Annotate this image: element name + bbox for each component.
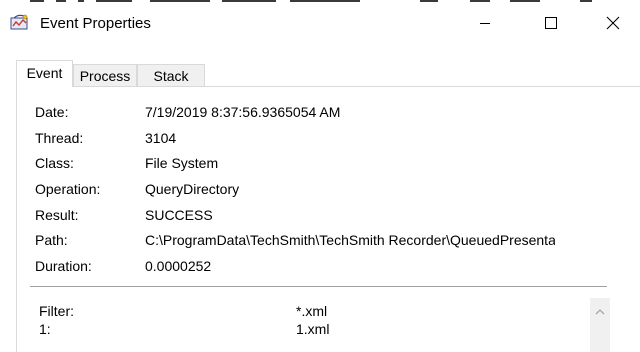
detail-1-label: 1:: [39, 321, 51, 337]
tab-process[interactable]: Process: [73, 64, 137, 86]
detail-filter-label: Filter:: [39, 303, 74, 319]
minimize-icon: [480, 23, 490, 24]
duration-label: Duration:: [35, 258, 92, 274]
duration-value: 0.0000252: [145, 258, 212, 274]
maximize-button[interactable]: [528, 4, 574, 42]
thread-label: Thread:: [35, 130, 84, 146]
maximize-icon: [545, 17, 557, 29]
close-button[interactable]: [590, 4, 636, 42]
path-value: C:\ProgramData\TechSmith\TechSmith Recor…: [145, 232, 555, 248]
result-label: Result:: [35, 207, 79, 223]
section-divider: [30, 286, 607, 287]
thread-value: 3104: [145, 130, 177, 146]
title-bar[interactable]: Event Properties: [0, 4, 640, 42]
class-label: Class:: [35, 155, 74, 171]
date-value: 7/19/2019 8:37:56.9365054 AM: [145, 104, 341, 120]
chevron-up-icon: [595, 308, 605, 314]
detail-filter-value: *.xml: [296, 303, 328, 319]
close-icon: [606, 16, 620, 30]
operation-value: QueryDirectory: [145, 181, 240, 197]
scroll-up-button[interactable]: [590, 304, 610, 318]
event-detail-list[interactable]: Filter: *.xml 1: 1.xml: [30, 292, 620, 352]
window-title: Event Properties: [40, 15, 151, 32]
operation-label: Operation:: [35, 181, 101, 197]
tab-event[interactable]: Event: [16, 60, 73, 87]
result-value: SUCCESS: [145, 207, 213, 223]
class-value: File System: [145, 155, 219, 171]
date-label: Date:: [35, 104, 69, 120]
detail-scrollbar[interactable]: [590, 298, 610, 352]
detail-1-value: 1.xml: [296, 321, 330, 337]
process-monitor-icon: [10, 14, 30, 30]
path-label: Path:: [35, 232, 68, 248]
minimize-button[interactable]: [462, 4, 508, 42]
event-properties-window: Event Properties Event Process Stack Dat…: [0, 0, 640, 352]
tab-stack[interactable]: Stack: [137, 64, 205, 86]
